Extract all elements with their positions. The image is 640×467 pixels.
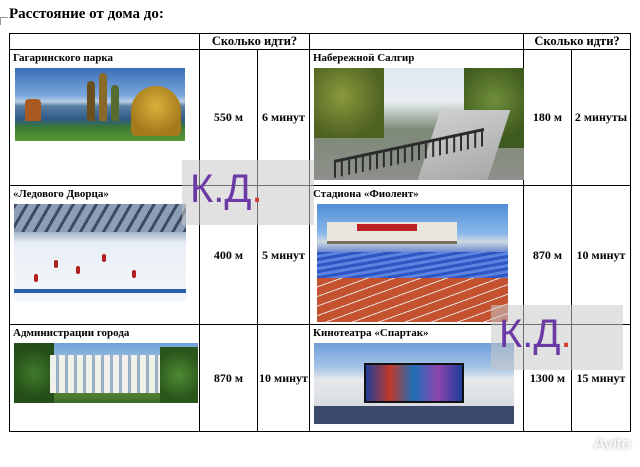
avito-logo-icon	[564, 434, 589, 454]
distance-table: Сколько идти? Сколько идти? Гагаринского…	[9, 33, 631, 433]
watermark-text: К.Д	[190, 167, 252, 211]
avito-watermark: Avito	[564, 434, 632, 454]
time-value: 10 минут	[257, 324, 310, 433]
watermark-dot: .	[251, 167, 263, 211]
header-empty-right	[309, 33, 524, 50]
place-cell: «Ледового Дворца»	[9, 184, 200, 326]
place-cell: Набережной Салгир	[309, 49, 524, 186]
time-value: 10 минут	[571, 184, 631, 326]
distance-value: 870 м	[523, 184, 572, 326]
place-cell: Гагаринского парка	[9, 49, 200, 186]
page-title: Расстояние от дома до:	[9, 6, 164, 22]
watermark-kd: К.Д.	[491, 305, 623, 370]
place-name: Кинотеатра «Спартак»	[313, 327, 429, 340]
watermark-dot: .	[560, 312, 572, 356]
cinema-photo	[314, 343, 514, 425]
distance-value: 870 м	[199, 324, 258, 433]
distance-value: 180 м	[523, 49, 572, 186]
administration-building-photo	[14, 343, 198, 404]
place-cell: Администрации города	[9, 324, 200, 433]
place-cell: Стадиона «Фиолент»	[309, 184, 524, 326]
place-name: Стадиона «Фиолент»	[313, 188, 419, 200]
ice-rink-photo	[14, 204, 186, 302]
watermark-text: К.Д	[499, 312, 561, 356]
place-name: Набережной Салгир	[313, 52, 415, 64]
table-row: Гагаринского парка 550 м 6 минут Набереж…	[9, 49, 631, 186]
time-value: 2 минуты	[571, 49, 631, 186]
watermark-kd: К.Д.	[182, 160, 314, 225]
avito-label: Avito	[593, 434, 632, 453]
embankment-photo	[314, 68, 524, 181]
place-name: Гагаринского парка	[13, 52, 113, 64]
header-empty-left	[9, 33, 200, 50]
header-how-long-left: Сколько идти?	[199, 33, 310, 50]
table-header-row: Сколько идти? Сколько идти?	[9, 33, 631, 50]
header-how-long-right: Сколько идти?	[523, 33, 631, 50]
place-name: Администрации города	[13, 327, 130, 340]
table-row: «Ледового Дворца» 400 м 5 минут Стадиона…	[9, 184, 631, 326]
place-name: «Ледового Дворца»	[13, 188, 109, 200]
corner-mark	[0, 17, 8, 25]
park-lake-photo	[15, 68, 185, 142]
stadium-photo	[317, 204, 508, 323]
